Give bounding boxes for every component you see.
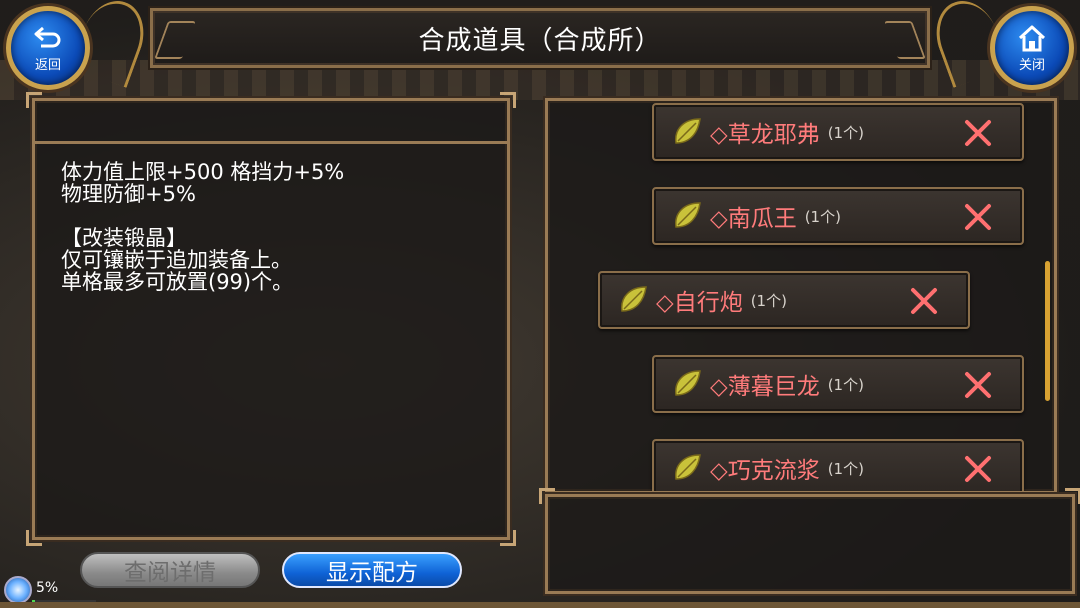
bottom-frame <box>0 602 1080 608</box>
panel-corner <box>26 92 42 108</box>
panel-corner <box>539 488 555 504</box>
list-item[interactable]: ◇薄暮巨龙 (1个) <box>652 355 1024 413</box>
panel-corner <box>26 530 42 546</box>
back-button-label: 返回 <box>34 57 61 73</box>
item-description-panel: 体力值上限+500 格挡力+5% 物理防御+5% 【改装锻晶】 仅可镶嵌于追加装… <box>26 92 516 546</box>
status-percent: 5% <box>36 580 59 596</box>
panel-corner <box>500 92 516 108</box>
item-name: ◇薄暮巨龙 <box>710 374 820 400</box>
list-item[interactable]: ◇自行炮 (1个) <box>598 271 970 329</box>
panel-divider <box>35 141 507 144</box>
list-item[interactable]: ◇草龙耶弗 (1个) <box>652 103 1024 161</box>
item-quantity: (1个) <box>750 291 787 310</box>
return-arrow-icon <box>34 26 61 47</box>
title-bar: 合成道具（合成所） <box>150 8 930 68</box>
panel-corner <box>500 530 516 546</box>
close-x-icon[interactable] <box>962 201 994 233</box>
back-button[interactable]: 返回 <box>6 6 90 90</box>
status-orb-icon <box>4 576 32 604</box>
result-panel <box>539 488 1080 594</box>
close-button[interactable]: 关闭 <box>990 6 1074 90</box>
ingredient-list-panel[interactable]: ◇草龙耶弗 (1个) ◇南瓜王 (1个) ◇自行炮 (1个) ◇薄暮巨龙 (1个… <box>545 98 1057 494</box>
item-description-text: 体力值上限+500 格挡力+5% 物理防御+5% 【改装锻晶】 仅可镶嵌于追加装… <box>61 160 345 294</box>
item-quantity: (1个) <box>827 459 864 478</box>
close-x-icon[interactable] <box>962 369 994 401</box>
close-x-icon[interactable] <box>908 285 940 317</box>
page-title: 合成道具（合成所） <box>418 25 662 56</box>
item-name: ◇南瓜王 <box>710 206 797 232</box>
panel-corner <box>1065 488 1080 504</box>
item-quantity: (1个) <box>804 207 841 226</box>
item-name: ◇草龙耶弗 <box>710 122 820 148</box>
view-details-button[interactable]: 查阅详情 <box>80 552 260 588</box>
leaf-icon <box>621 286 647 312</box>
show-recipe-button[interactable]: 显示配方 <box>282 552 462 588</box>
item-name: ◇自行炮 <box>656 290 743 316</box>
item-quantity: (1个) <box>827 123 864 142</box>
home-icon <box>1018 25 1046 51</box>
panel-corner <box>548 101 555 108</box>
leaf-icon <box>675 370 701 396</box>
leaf-icon <box>675 202 701 228</box>
list-scrollbar[interactable] <box>1045 261 1050 401</box>
item-quantity: (1个) <box>827 375 864 394</box>
close-button-label: 关闭 <box>1018 57 1045 73</box>
close-x-icon[interactable] <box>962 453 994 485</box>
list-item[interactable]: ◇南瓜王 (1个) <box>652 187 1024 245</box>
close-x-icon[interactable] <box>962 117 994 149</box>
list-item[interactable]: ◇巧克流浆 (1个) <box>652 439 1024 491</box>
panel-corner <box>1047 101 1054 108</box>
item-name: ◇巧克流浆 <box>710 458 820 484</box>
leaf-icon <box>675 454 701 480</box>
leaf-icon <box>675 118 701 144</box>
